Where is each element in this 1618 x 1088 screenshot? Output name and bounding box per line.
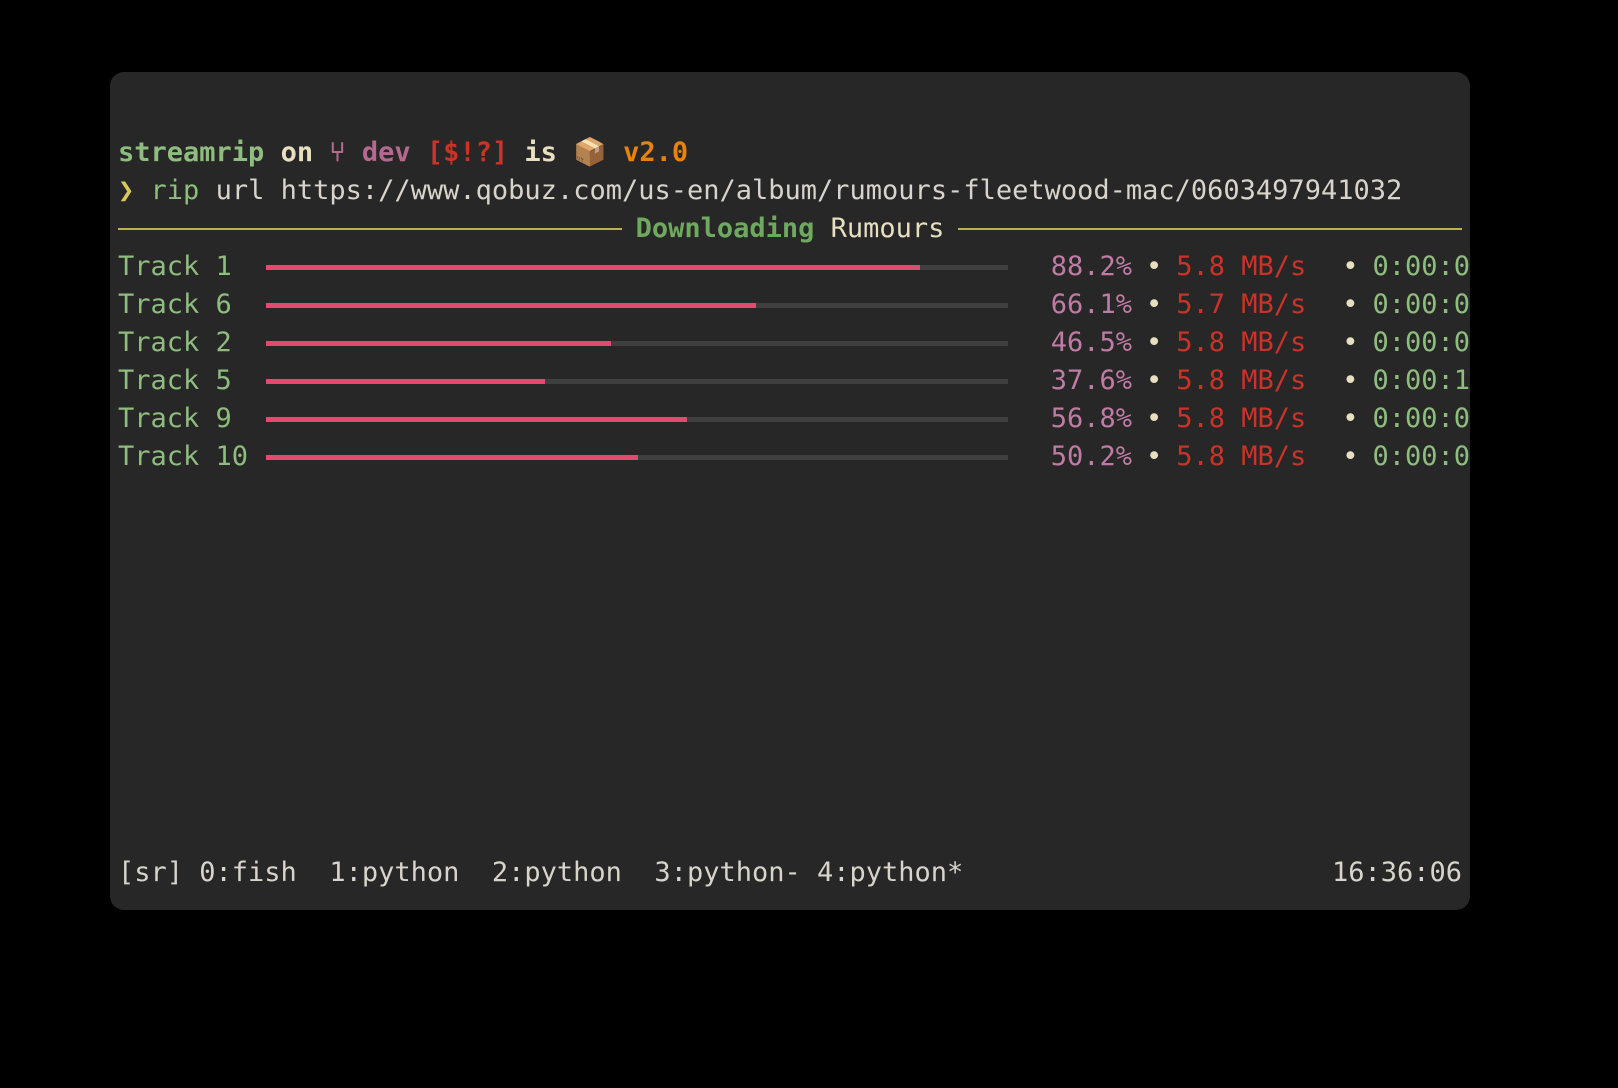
prompt-spacer-7	[607, 137, 623, 168]
prompt-spacer-1	[264, 137, 280, 168]
prompt-git-status: [$!?]	[427, 137, 508, 168]
track-speed: 5.7 MB/s	[1176, 286, 1328, 324]
stat-separator-dot: •	[1132, 438, 1176, 476]
progress-bar	[266, 362, 1008, 400]
progress-bar-fill	[266, 455, 638, 460]
track-speed: 5.8 MB/s	[1176, 400, 1328, 438]
screen: streamrip on ⑂ dev [$!?] is 📦 v2.0 ❯ rip…	[0, 0, 1618, 1088]
prompt-spacer-3	[346, 137, 362, 168]
stat-separator-dot: •	[1328, 438, 1372, 476]
track-label: Track 9	[118, 400, 266, 438]
progress-bar	[266, 286, 1008, 324]
progress-bar-fill	[266, 303, 756, 308]
tmux-window-list[interactable]: [sr] 0:fish 1:python 2:python 3:python- …	[118, 854, 963, 892]
track-speed: 5.8 MB/s	[1176, 248, 1328, 286]
stat-separator-dot: •	[1132, 362, 1176, 400]
stat-separator-dot: •	[1132, 324, 1176, 362]
stat-separator-dot: •	[1132, 400, 1176, 438]
track-eta: 0:00:08	[1373, 438, 1470, 476]
track-stats: 37.6%•5.8 MB/s•0:00:10	[1008, 362, 1470, 400]
track-stats: 56.8%•5.8 MB/s•0:00:06	[1008, 400, 1470, 438]
prompt-spacer-2	[313, 137, 329, 168]
track-percent: 66.1%	[1024, 286, 1132, 324]
track-label: Track 2	[118, 324, 266, 362]
stat-separator-dot: •	[1328, 324, 1372, 362]
track-progress-row: Track 1050.2%•5.8 MB/s•0:00:08	[118, 438, 1462, 476]
track-progress-row: Track 956.8%•5.8 MB/s•0:00:06	[118, 400, 1462, 438]
command-arguments: url https://www.qobuz.com/us-en/album/ru…	[216, 175, 1403, 206]
command-program: rip	[151, 175, 200, 206]
track-percent: 56.8%	[1024, 400, 1132, 438]
progress-bar-fill	[266, 265, 920, 270]
prompt-on-word: on	[281, 137, 314, 168]
stat-separator-dot: •	[1328, 286, 1372, 324]
progress-bar	[266, 400, 1008, 438]
rule-right-segment	[958, 228, 1462, 230]
track-eta: 0:00:09	[1373, 324, 1470, 362]
stat-separator-dot: •	[1328, 400, 1372, 438]
progress-bar-fill	[266, 379, 545, 384]
terminal-window[interactable]: streamrip on ⑂ dev [$!?] is 📦 v2.0 ❯ rip…	[110, 72, 1470, 910]
track-progress-row: Track 188.2%•5.8 MB/s•0:00:02	[118, 248, 1462, 286]
command-spacer-2	[199, 175, 215, 206]
track-eta: 0:00:04	[1373, 286, 1470, 324]
package-emoji-icon: 📦	[573, 137, 607, 168]
progress-bar-fill	[266, 417, 687, 422]
stat-separator-dot: •	[1328, 362, 1372, 400]
panel-title: Downloading Rumours	[622, 210, 959, 248]
panel-title-action: Downloading	[636, 213, 815, 244]
panel-title-spacer	[814, 213, 830, 244]
track-percent: 50.2%	[1024, 438, 1132, 476]
track-progress-row: Track 537.6%•5.8 MB/s•0:00:10	[118, 362, 1462, 400]
prompt-arrow-icon: ❯	[118, 175, 134, 206]
track-speed: 5.8 MB/s	[1176, 324, 1328, 362]
track-percent: 37.6%	[1024, 362, 1132, 400]
tmux-status-bar: [sr] 0:fish 1:python 2:python 3:python- …	[118, 854, 1462, 892]
git-branch-icon: ⑂	[329, 137, 345, 168]
track-speed: 5.8 MB/s	[1176, 362, 1328, 400]
track-stats: 50.2%•5.8 MB/s•0:00:08	[1008, 438, 1470, 476]
command-spacer-1	[134, 175, 150, 206]
track-label: Track 6	[118, 286, 266, 324]
prompt-shell-name: streamrip	[118, 137, 264, 168]
track-eta: 0:00:02	[1373, 248, 1470, 286]
progress-bar	[266, 248, 1008, 286]
shell-prompt-line: streamrip on ⑂ dev [$!?] is 📦 v2.0	[118, 134, 688, 172]
prompt-spacer-4	[411, 137, 427, 168]
progress-bar	[266, 324, 1008, 362]
track-percent: 46.5%	[1024, 324, 1132, 362]
track-label: Track 5	[118, 362, 266, 400]
track-label: Track 1	[118, 248, 266, 286]
track-progress-row: Track 666.1%•5.7 MB/s•0:00:04	[118, 286, 1462, 324]
track-progress-row: Track 246.5%•5.8 MB/s•0:00:09	[118, 324, 1462, 362]
track-eta: 0:00:10	[1373, 362, 1470, 400]
track-stats: 66.1%•5.7 MB/s•0:00:04	[1008, 286, 1470, 324]
panel-title-rule: Downloading Rumours	[118, 210, 1462, 248]
track-stats: 46.5%•5.8 MB/s•0:00:09	[1008, 324, 1470, 362]
stat-separator-dot: •	[1132, 286, 1176, 324]
progress-bar	[266, 438, 1008, 476]
track-eta: 0:00:06	[1373, 400, 1470, 438]
terminal-content: streamrip on ⑂ dev [$!?] is 📦 v2.0 ❯ rip…	[110, 72, 1470, 910]
panel-title-album: Rumours	[831, 213, 945, 244]
prompt-version: v2.0	[623, 137, 688, 168]
stat-separator-dot: •	[1132, 248, 1176, 286]
download-progress-list: Track 188.2%•5.8 MB/s•0:00:02Track 666.1…	[118, 248, 1462, 476]
track-label: Track 10	[118, 438, 266, 476]
stat-separator-dot: •	[1328, 248, 1372, 286]
command-line[interactable]: ❯ rip url https://www.qobuz.com/us-en/al…	[118, 172, 1402, 210]
tmux-clock: 16:36:06	[1332, 854, 1462, 892]
prompt-branch-name: dev	[362, 137, 411, 168]
rule-left-segment	[118, 228, 622, 230]
progress-bar-fill	[266, 341, 611, 346]
track-speed: 5.8 MB/s	[1176, 438, 1328, 476]
track-percent: 88.2%	[1024, 248, 1132, 286]
prompt-spacer-5	[508, 137, 524, 168]
track-stats: 88.2%•5.8 MB/s•0:00:02	[1008, 248, 1470, 286]
prompt-is-word: is	[524, 137, 557, 168]
prompt-spacer-6	[557, 137, 573, 168]
